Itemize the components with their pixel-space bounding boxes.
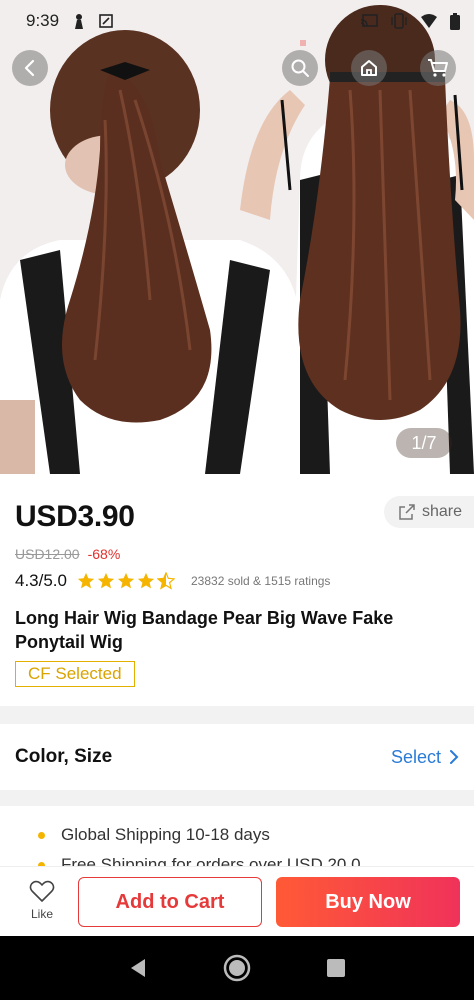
product-title: Long Hair Wig Bandage Pear Big Wave Fake…: [15, 608, 394, 652]
section-divider: [0, 706, 474, 724]
wifi-icon: [421, 14, 437, 28]
like-button[interactable]: Like: [20, 879, 64, 921]
option-label: Color, Size: [15, 746, 113, 767]
sold-count: 23832 sold & 1515 ratings: [191, 574, 331, 588]
star-icon: [77, 572, 95, 589]
list-item: Global Shipping 10-18 days: [38, 820, 474, 850]
star-icon: [117, 572, 135, 589]
system-nav-bar: [0, 936, 474, 1000]
back-icon: [24, 59, 35, 77]
search-icon: [291, 59, 309, 77]
rating-value: 4.3/5.0: [15, 571, 67, 590]
back-button[interactable]: [12, 50, 48, 86]
product-price: USD3.90: [15, 500, 135, 533]
product-info: USD3.90 share USD12.00 -68% 4.3/5.0 2383…: [0, 474, 474, 706]
screenshot-icon: [99, 14, 113, 28]
search-button[interactable]: [282, 50, 318, 86]
vibrate-icon: [391, 13, 407, 29]
image-counter: 1/7: [396, 428, 452, 458]
battery-icon: [450, 12, 460, 30]
select-label: Select: [390, 746, 441, 767]
half-star-icon: [157, 572, 175, 590]
share-button[interactable]: share: [384, 496, 474, 528]
shipping-text: Global Shipping 10-18 days: [61, 825, 270, 844]
product-photo: [0, 0, 474, 474]
buy-now-button[interactable]: Buy Now: [276, 877, 460, 927]
action-bar: Like Add to Cart Buy Now: [0, 866, 474, 936]
add-to-cart-button[interactable]: Add to Cart: [78, 877, 262, 927]
share-label: share: [422, 503, 463, 520]
bullet-icon: [38, 831, 45, 839]
nav-recents-icon[interactable]: [325, 957, 347, 979]
star-icon: [137, 572, 155, 589]
original-price: USD12.00: [15, 546, 80, 562]
star-icon: [97, 572, 115, 589]
status-time: 9:39: [26, 11, 60, 30]
nav-back-icon[interactable]: [127, 957, 149, 979]
product-image-gallery[interactable]: 1/7: [0, 0, 474, 474]
discount-badge: -68%: [87, 546, 121, 562]
heart-icon: [29, 880, 55, 902]
nav-home-icon[interactable]: [222, 953, 252, 983]
cart-button[interactable]: [420, 50, 456, 86]
section-divider: [0, 790, 474, 806]
chevron-right-icon: [450, 750, 459, 764]
cast-icon: [360, 14, 378, 27]
cart-icon: [428, 59, 448, 77]
notification-icon: [75, 14, 84, 29]
select-link[interactable]: Select: [391, 747, 459, 768]
star-rating: [77, 572, 175, 590]
share-icon: [399, 504, 415, 520]
home-button[interactable]: [351, 50, 387, 86]
color-size-selector[interactable]: Color, Size Select: [0, 724, 474, 790]
like-label: Like: [30, 907, 53, 921]
home-icon: [361, 60, 377, 76]
status-bar: 9:39: [0, 0, 474, 42]
cf-selected-badge: CF Selected: [15, 661, 135, 687]
rating-row[interactable]: 4.3/5.0 23832 sold & 1515 ratings: [15, 571, 330, 591]
